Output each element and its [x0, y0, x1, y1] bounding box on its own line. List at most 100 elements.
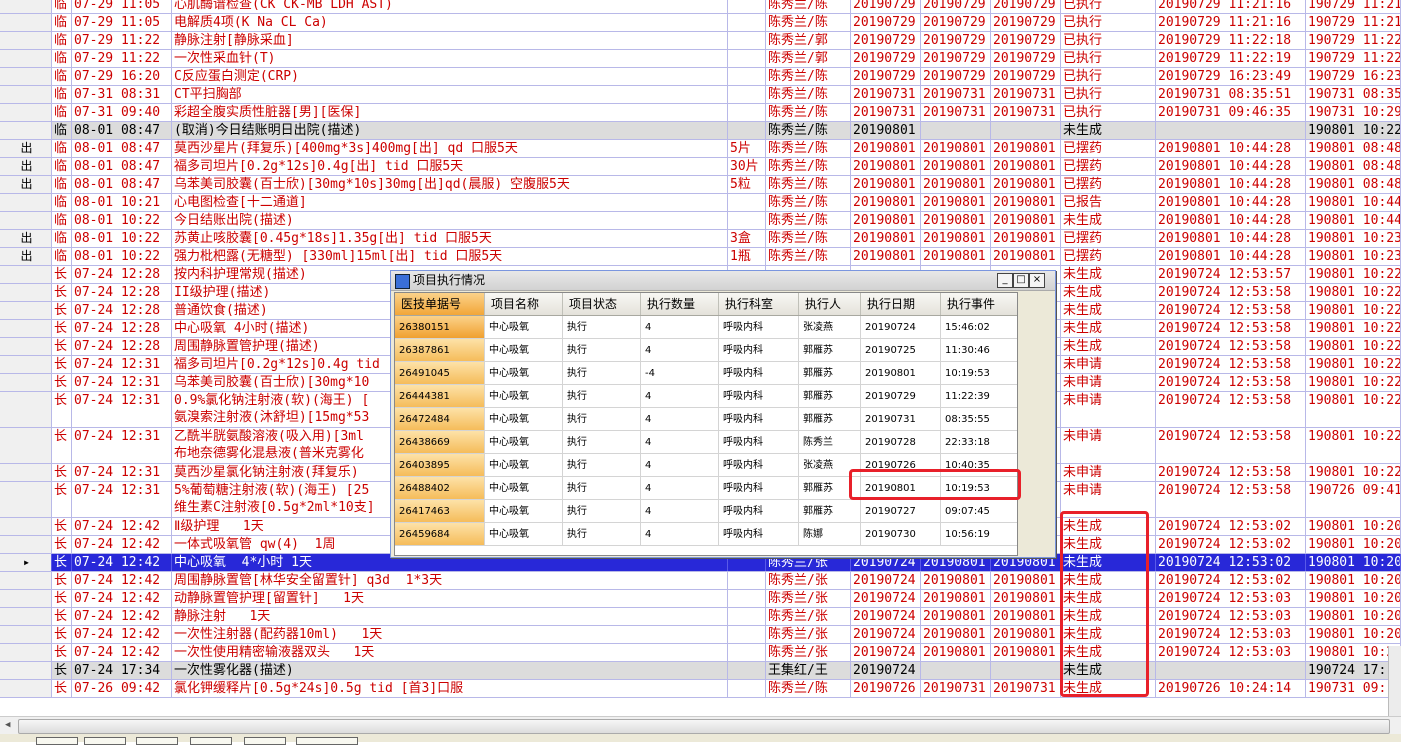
table-cell: 11:30:46	[941, 339, 1017, 361]
column-header[interactable]: 执行人	[799, 293, 861, 315]
order-cell-status: 已执行	[1061, 86, 1156, 103]
order-row[interactable]: 出临 08-01 08:47 乌苯美司胶囊(百士欣)[30mg*10s]30mg[出…	[0, 176, 1401, 194]
order-cell-doctor: 陈秀兰/陈	[766, 176, 851, 193]
order-cell-ind	[0, 482, 52, 517]
order-row[interactable]: 临 07-29 11:05 电解质4项(K Na CL Ca) 陈秀兰/陈 201907…	[0, 14, 1401, 32]
table-cell: 10:19:53	[941, 362, 1017, 384]
execution-dialog[interactable]: 项目执行情况 _ □ × 医技单据号 项目名称 项目状态 执行数量 执行科室 执行人 执行日…	[390, 270, 1056, 558]
column-header[interactable]: 执行科室	[719, 293, 799, 315]
order-cell-doctor: 陈秀兰/郭	[766, 32, 851, 49]
order-cell-datetime: 08-01 10:22	[72, 230, 172, 247]
order-row[interactable]: 长 07-24 12:42 静脉注射 1天 陈秀兰/张 20190724 20190801…	[0, 608, 1401, 626]
table-row[interactable]: 26403895 中心吸氧 执行 4 呼吸内科 张凌燕 20190726 10:40:35	[395, 454, 1017, 477]
table-cell: 执行	[563, 408, 641, 430]
order-cell-doctor: 陈秀兰/张	[766, 572, 851, 589]
order-cell-ts: 20190724 12:53:02	[1156, 518, 1306, 535]
order-row[interactable]: 长 07-24 12:42 周围静脉置管[林华安全留置针] q3d 1*3天 陈秀兰/…	[0, 572, 1401, 590]
order-cell-d3: 20190801	[991, 626, 1061, 643]
table-row[interactable]: 26488402 中心吸氧 执行 4 呼吸内科 郭雁苏 20190801 10:19:53	[395, 477, 1017, 500]
order-cell-ts2: 190726 09:41	[1306, 482, 1401, 517]
order-row[interactable]: 长 07-24 12:42 一次性使用精密输液器双头 1天 陈秀兰/张 20190724…	[0, 644, 1401, 662]
order-cell-item: 氯化钾缓释片[0.5g*24s]0.5g tid [首3]口服	[172, 680, 728, 697]
toolbar-button[interactable]	[84, 737, 126, 745]
toolbar-button[interactable]	[296, 737, 358, 745]
order-row[interactable]: 出临 08-01 08:47 福多司坦片[0.2g*12s]0.4g[出] tid …	[0, 158, 1401, 176]
maximize-button[interactable]: □	[1013, 273, 1029, 288]
order-cell-datetime: 07-31 08:31	[72, 86, 172, 103]
order-row[interactable]: 长 07-24 12:42 一次性注射器(配药器10ml) 1天 陈秀兰/张 20190…	[0, 626, 1401, 644]
order-cell-ind	[0, 608, 52, 625]
order-cell-ts: 20190724 12:53:58	[1156, 338, 1306, 355]
column-header[interactable]: 执行事件	[941, 293, 1017, 315]
column-header[interactable]: 项目名称	[485, 293, 563, 315]
order-cell-ts: 20190724 12:53:58	[1156, 428, 1306, 463]
close-button[interactable]: ×	[1029, 273, 1045, 288]
table-row[interactable]: 26438669 中心吸氧 执行 4 呼吸内科 陈秀兰 20190728 22:33:18	[395, 431, 1017, 454]
order-cell-doctor: 陈秀兰/陈	[766, 680, 851, 697]
order-row[interactable]: 临 07-31 09:40 彩超全腹实质性脏器[男][医保] 陈秀兰/陈 2019073…	[0, 104, 1401, 122]
order-cell-item: 静脉注射[静脉采血]	[172, 32, 728, 49]
order-cell-doctor: 陈秀兰/陈	[766, 86, 851, 103]
table-row[interactable]: 26417463 中心吸氧 执行 4 呼吸内科 郭雁苏 20190727 09:07:45	[395, 500, 1017, 523]
order-row[interactable]: 长 07-24 17:34 一次性雾化器(描述) 王集红/王 20190724 未生成 19…	[0, 662, 1401, 680]
order-cell-type: 长	[52, 626, 72, 643]
order-cell-type: 临	[52, 122, 72, 139]
order-cell-d2: 20190801	[921, 230, 991, 247]
column-header[interactable]: 执行日期	[861, 293, 941, 315]
order-cell-d3: 20190729	[991, 50, 1061, 67]
execution-table[interactable]: 医技单据号 项目名称 项目状态 执行数量 执行科室 执行人 执行日期 执行事件 2638015…	[394, 292, 1018, 556]
table-row[interactable]: 26459684 中心吸氧 执行 4 呼吸内科 陈娜 20190730 10:56:19	[395, 523, 1017, 546]
scroll-left-icon[interactable]: ◀	[5, 720, 10, 730]
order-row[interactable]: 长 07-24 12:42 动静脉置管护理[留置针] 1天 陈秀兰/张 20190724…	[0, 590, 1401, 608]
order-cell-ind	[0, 284, 52, 301]
order-cell-d1: 20190801	[851, 194, 921, 211]
order-cell-status: 已执行	[1061, 14, 1156, 31]
horizontal-scrollbar[interactable]: ◀	[0, 716, 1401, 735]
column-header[interactable]: 医技单据号	[395, 293, 485, 315]
vertical-scrollbar[interactable]	[1388, 646, 1401, 716]
table-body[interactable]: 26380151 中心吸氧 执行 4 呼吸内科 张凌燕 20190724 15:46:02 26…	[395, 316, 1017, 546]
order-cell-ts: 20190801 10:44:28	[1156, 212, 1306, 229]
order-cell-status: 未生成	[1061, 122, 1156, 139]
table-cell: 20190801	[861, 362, 941, 384]
toolbar-button[interactable]	[244, 737, 286, 745]
order-row[interactable]: 临 07-29 11:22 静脉注射[静脉采血] 陈秀兰/郭 20190729 20190…	[0, 32, 1401, 50]
column-header[interactable]: 项目状态	[563, 293, 641, 315]
minimize-button[interactable]: _	[997, 273, 1013, 288]
order-row[interactable]: 长 07-26 09:42 氯化钾缓释片[0.5g*24s]0.5g tid [首3…	[0, 680, 1401, 698]
order-cell-qty	[728, 590, 766, 607]
order-cell-datetime: 07-24 12:28	[72, 320, 172, 337]
order-row[interactable]: 临 07-31 08:31 CT平扫胸部 陈秀兰/陈 20190731 20190731 2…	[0, 86, 1401, 104]
table-row[interactable]: 26444381 中心吸氧 执行 4 呼吸内科 郭雁苏 20190729 11:22:39	[395, 385, 1017, 408]
toolbar-button[interactable]	[190, 737, 232, 745]
table-cell: 20190727	[861, 500, 941, 522]
table-row[interactable]: 26380151 中心吸氧 执行 4 呼吸内科 张凌燕 20190724 15:46:02	[395, 316, 1017, 339]
table-row[interactable]: 26472484 中心吸氧 执行 4 呼吸内科 郭雁苏 20190731 08:35:55	[395, 408, 1017, 431]
order-cell-d3: 20190801	[991, 194, 1061, 211]
table-row[interactable]: 26491045 中心吸氧 执行 -4 呼吸内科 郭雁苏 20190801 10:19:53	[395, 362, 1017, 385]
order-row[interactable]: 临 07-29 11:22 一次性采血针(T) 陈秀兰/郭 20190729 201907…	[0, 50, 1401, 68]
order-cell-ts: 20190801 10:44:28	[1156, 158, 1306, 175]
order-cell-ts: 20190724 12:53:03	[1156, 644, 1306, 661]
order-cell-type: 临	[52, 86, 72, 103]
table-row[interactable]: 26387861 中心吸氧 执行 4 呼吸内科 郭雁苏 20190725 11:30:46	[395, 339, 1017, 362]
scrollbar-thumb[interactable]	[18, 719, 1390, 734]
toolbar-button[interactable]	[136, 737, 178, 745]
order-cell-d2: 20190801	[921, 212, 991, 229]
order-row[interactable]: 临 07-29 16:20 C反应蛋白测定(CRP) 陈秀兰/陈 20190729 201…	[0, 68, 1401, 86]
order-row[interactable]: 出临 08-01 10:22 强力枇杷露(无糖型) [330ml]15ml[出] t…	[0, 248, 1401, 266]
order-row[interactable]: 临 08-01 10:21 心电图检查[十二通道] 陈秀兰/陈 20190801 2019…	[0, 194, 1401, 212]
order-row[interactable]: 出临 08-01 10:22 苏黄止咳胶囊[0.45g*18s]1.35g[出] t…	[0, 230, 1401, 248]
order-cell-ts: 20190724 12:53:58	[1156, 284, 1306, 301]
order-row[interactable]: 临 07-29 11:05 心肌酶谱检查(CK CK-MB LDH AST) 陈秀兰/…	[0, 0, 1401, 14]
order-row[interactable]: 出临 08-01 08:47 莫西沙星片(拜复乐)[400mg*3s]400mg[出…	[0, 140, 1401, 158]
column-header[interactable]: 执行数量	[641, 293, 719, 315]
table-cell: 执行	[563, 339, 641, 361]
toolbar-button[interactable]	[36, 737, 78, 745]
table-cell: 20190724	[861, 316, 941, 338]
order-row[interactable]: 临 08-01 08:47 (取消)今日结账明日出院(描述) 陈秀兰/陈 2019080…	[0, 122, 1401, 140]
order-row[interactable]: 临 08-01 10:22 今日结账出院(描述) 陈秀兰/陈 20190801 20190…	[0, 212, 1401, 230]
order-cell-ts: 20190801 10:44:28	[1156, 140, 1306, 157]
dialog-titlebar[interactable]: 项目执行情况 _ □ ×	[391, 271, 1055, 291]
order-cell-d1: 20190801	[851, 140, 921, 157]
